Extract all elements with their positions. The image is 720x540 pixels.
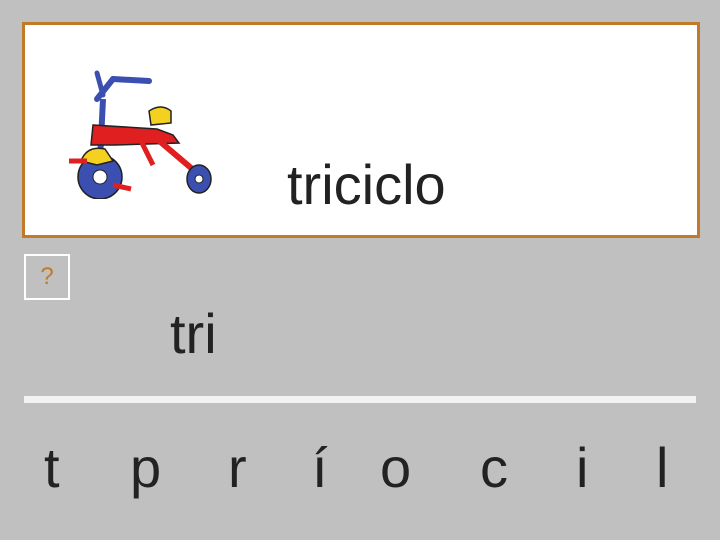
letter-tile[interactable]: o xyxy=(380,440,411,496)
tricycle-icon xyxy=(69,70,212,199)
letter-tile[interactable]: i xyxy=(576,440,588,496)
picture-card: triciclo xyxy=(22,22,700,238)
answer-text: tri xyxy=(170,302,217,365)
target-word: triciclo xyxy=(287,153,446,216)
help-button[interactable]: ? xyxy=(24,254,70,300)
letter-tile[interactable]: p xyxy=(130,440,161,496)
letter-tile[interactable]: t xyxy=(44,440,60,496)
letter-tile[interactable]: r xyxy=(228,440,247,496)
letter-tile[interactable]: c xyxy=(480,440,508,496)
letter-tile[interactable]: í xyxy=(312,440,328,496)
letter-tile[interactable]: l xyxy=(656,440,668,496)
divider xyxy=(24,396,696,403)
